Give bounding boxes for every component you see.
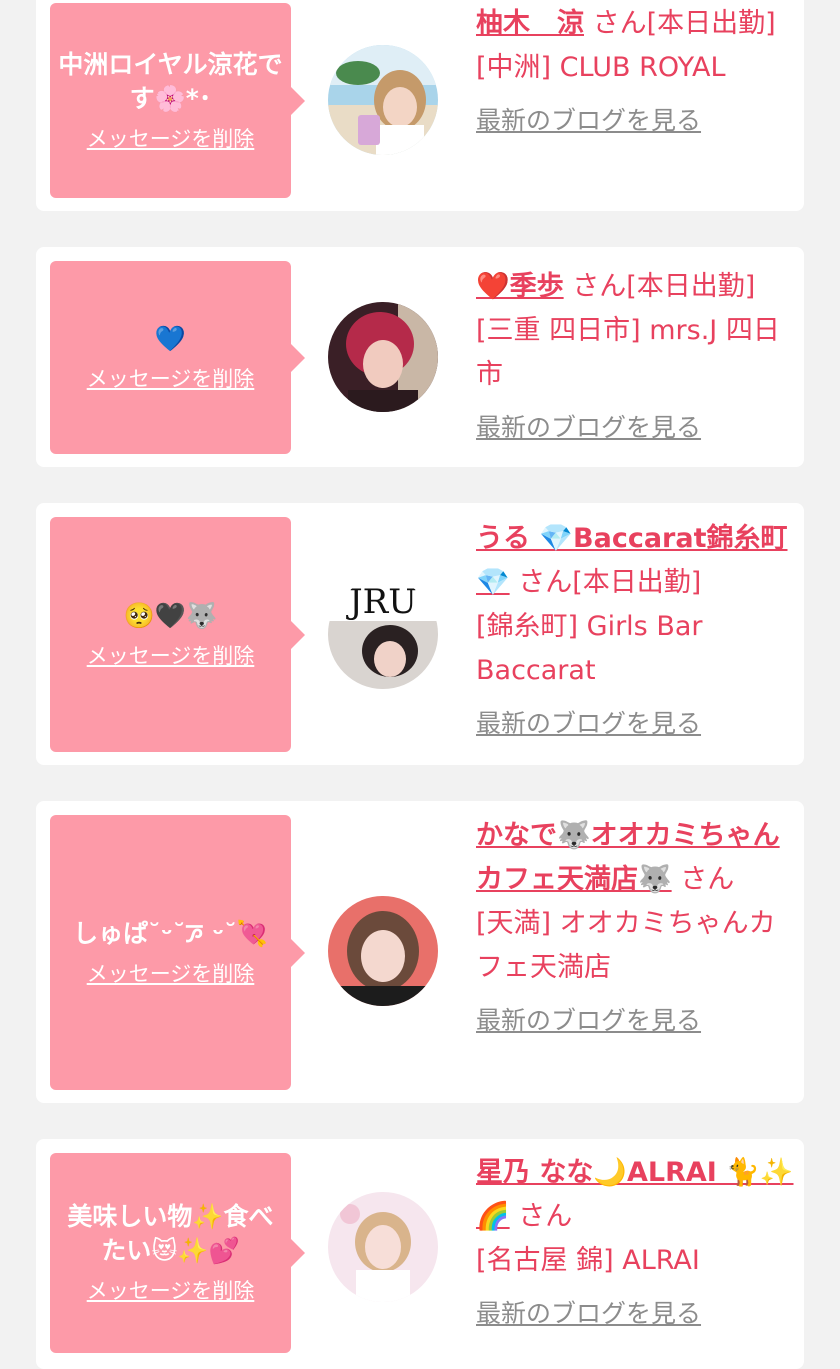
message-bubble: しゅぱ˘ᵕ˘ꯍ ᵕ˘💘 メッセージを削除 — [50, 815, 305, 1090]
cast-status: さん[本日出勤] — [572, 271, 756, 302]
message-text: 💙 — [154, 323, 187, 353]
message-card: 🥺🖤🐺 メッセージを削除 JRU うる 💎Baccarat錦糸町💎 さん[本日出… — [36, 503, 804, 765]
message-card: 💙 メッセージを削除 ❤️季歩 さん[本日出勤] [三重 四日市] mrs.J … — [36, 247, 804, 467]
latest-blog-link[interactable]: 最新のブログを見る — [476, 705, 794, 743]
avatar-logo-text: JRU — [346, 582, 417, 622]
message-card: しゅぱ˘ᵕ˘ꯍ ᵕ˘💘 メッセージを削除 かなで🐺オオカミちゃんカフェ天満店🐺 … — [36, 801, 804, 1103]
avatar[interactable] — [328, 896, 438, 1006]
cast-info: 星乃 なな🌙ALRAI 🐈✨🌈 さん [名古屋 錦] ALRAI 最新のブログを… — [476, 1151, 794, 1333]
shop-name: [中洲] CLUB ROYAL — [476, 52, 726, 83]
cast-info: うる 💎Baccarat錦糸町💎 さん[本日出勤] [錦糸町] Girls Ba… — [476, 517, 794, 743]
message-bubble: 美味しい物✨食べたい😻✨💕 メッセージを削除 — [50, 1153, 305, 1353]
cast-info: ❤️季歩 さん[本日出勤] [三重 四日市] mrs.J 四日市 最新のブログを… — [476, 265, 794, 447]
shop-name: [錦糸町] Girls Bar Baccarat — [476, 611, 703, 686]
latest-blog-link[interactable]: 最新のブログを見る — [476, 1295, 794, 1333]
message-bubble: 🥺🖤🐺 メッセージを削除 — [50, 517, 305, 752]
cast-info: 柚木 涼 さん[本日出勤] [中洲] CLUB ROYAL 最新のブログを見る — [476, 2, 794, 140]
message-bubble: 中洲ロイヤル涼花です🌸*･ メッセージを削除 — [50, 3, 305, 198]
cast-status: さん[本日出勤] — [592, 8, 776, 39]
avatar[interactable]: JRU — [328, 579, 438, 689]
message-text: 中洲ロイヤル涼花です🌸*･ — [58, 49, 283, 113]
delete-message-link[interactable]: メッセージを削除 — [87, 959, 255, 989]
cast-name-link[interactable]: 柚木 涼 — [476, 8, 584, 39]
message-card: 美味しい物✨食べたい😻✨💕 メッセージを削除 星乃 なな🌙ALRAI 🐈✨🌈 さ… — [36, 1139, 804, 1369]
avatar[interactable] — [328, 1192, 438, 1302]
shop-name: [名古屋 錦] ALRAI — [476, 1245, 700, 1276]
message-bubble: 💙 メッセージを削除 — [50, 261, 305, 454]
latest-blog-link[interactable]: 最新のブログを見る — [476, 102, 794, 140]
latest-blog-link[interactable]: 最新のブログを見る — [476, 1002, 794, 1040]
cast-status: さん[本日出勤] — [518, 567, 702, 598]
latest-blog-link[interactable]: 最新のブログを見る — [476, 409, 794, 447]
message-text: しゅぱ˘ᵕ˘ꯍ ᵕ˘💘 — [73, 918, 268, 948]
message-text: 美味しい物✨食べたい😻✨💕 — [67, 1202, 274, 1265]
cast-status: さん — [518, 1201, 573, 1232]
avatar[interactable] — [328, 302, 438, 412]
cast-status: さん — [680, 864, 735, 895]
delete-message-link[interactable]: メッセージを削除 — [87, 1276, 255, 1306]
delete-message-link[interactable]: メッセージを削除 — [87, 364, 255, 394]
message-text: 🥺🖤🐺 — [123, 600, 218, 630]
delete-message-link[interactable]: メッセージを削除 — [87, 124, 255, 154]
delete-message-link[interactable]: メッセージを削除 — [87, 641, 255, 671]
avatar[interactable] — [328, 45, 438, 155]
message-card: 中洲ロイヤル涼花です🌸*･ メッセージを削除 柚木 涼 さん[本日出勤] [中洲… — [36, 0, 804, 211]
shop-name: [三重 四日市] mrs.J 四日市 — [476, 315, 780, 390]
cast-name-link[interactable]: ❤️季歩 — [476, 271, 564, 302]
cast-info: かなで🐺オオカミちゃんカフェ天満店🐺 さん [天満] オオカミちゃんカフェ天満店… — [476, 814, 794, 1040]
shop-name: [天満] オオカミちゃんカフェ天満店 — [476, 908, 776, 983]
